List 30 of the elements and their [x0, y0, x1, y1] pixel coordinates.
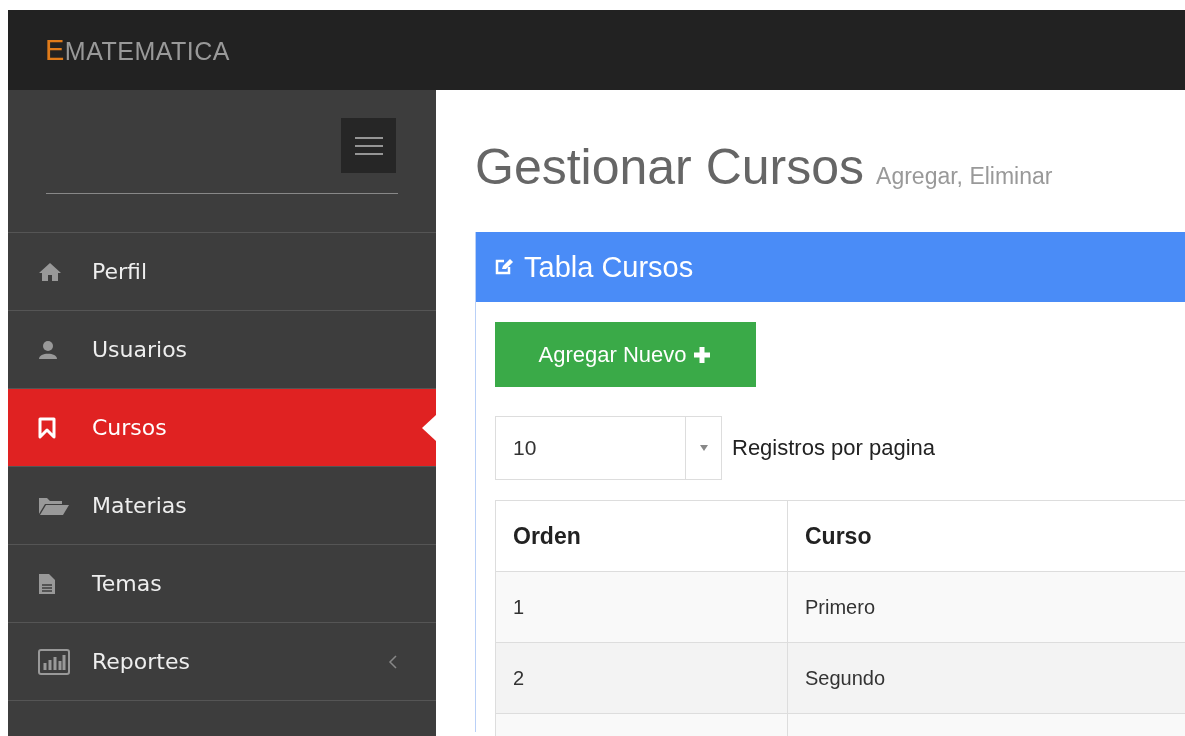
- active-pointer: [422, 415, 436, 441]
- logo[interactable]: EMATEMATICA: [45, 33, 231, 67]
- table-cell-text: 1: [512, 594, 526, 620]
- column-header: Curso: [787, 501, 1185, 571]
- home-icon: [38, 261, 62, 282]
- sidebar-item[interactable]: Cursos: [8, 389, 436, 467]
- document-icon: [38, 572, 56, 595]
- dropdown-arrow-icon: [698, 444, 709, 452]
- bar-chart-icon: [38, 648, 70, 675]
- column-header: Orden: [512, 521, 582, 551]
- user-icon: [38, 339, 58, 360]
- sidebar-item[interactable]: Perfil: [8, 233, 436, 311]
- plus-icon: [692, 344, 713, 365]
- sidebar-item[interactable]: Materias: [8, 467, 436, 545]
- sidebar-item[interactable]: Temas: [8, 545, 436, 623]
- panel-title: Tabla Cursos: [524, 250, 694, 284]
- folder-icon: [38, 495, 70, 516]
- menu-button[interactable]: [341, 118, 396, 173]
- table-cell-text: 2: [512, 665, 526, 691]
- page-subtitle: Agregar, Eliminar: [876, 163, 1053, 190]
- chevron-icon: [388, 653, 398, 670]
- page-size-select[interactable]: 10: [495, 416, 722, 480]
- table-cell: Segundo: [787, 643, 1185, 713]
- edit-icon: [494, 258, 514, 276]
- menu-icon: [354, 135, 383, 156]
- page-size-label: Registros por pagina: [732, 435, 935, 461]
- bookmark-icon: [38, 416, 56, 439]
- table-cell: Primero: [787, 572, 1185, 642]
- page-title: Gestionar Cursos: [475, 138, 865, 196]
- sidebar-item[interactable]: Reportes: [8, 623, 436, 701]
